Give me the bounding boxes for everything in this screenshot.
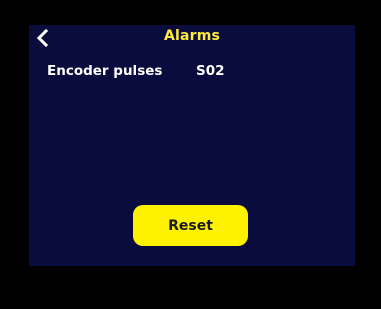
display-screen: Alarms Encoder pulses S02 Reset (29, 25, 355, 266)
reset-button[interactable]: Reset (133, 205, 248, 246)
page-title: Alarms (163, 28, 221, 44)
alarm-code: S02 (196, 63, 225, 79)
device-bezel: Alarms Encoder pulses S02 Reset (0, 0, 381, 309)
alarm-row: Encoder pulses S02 (47, 63, 337, 83)
alarm-label: Encoder pulses (47, 63, 163, 79)
